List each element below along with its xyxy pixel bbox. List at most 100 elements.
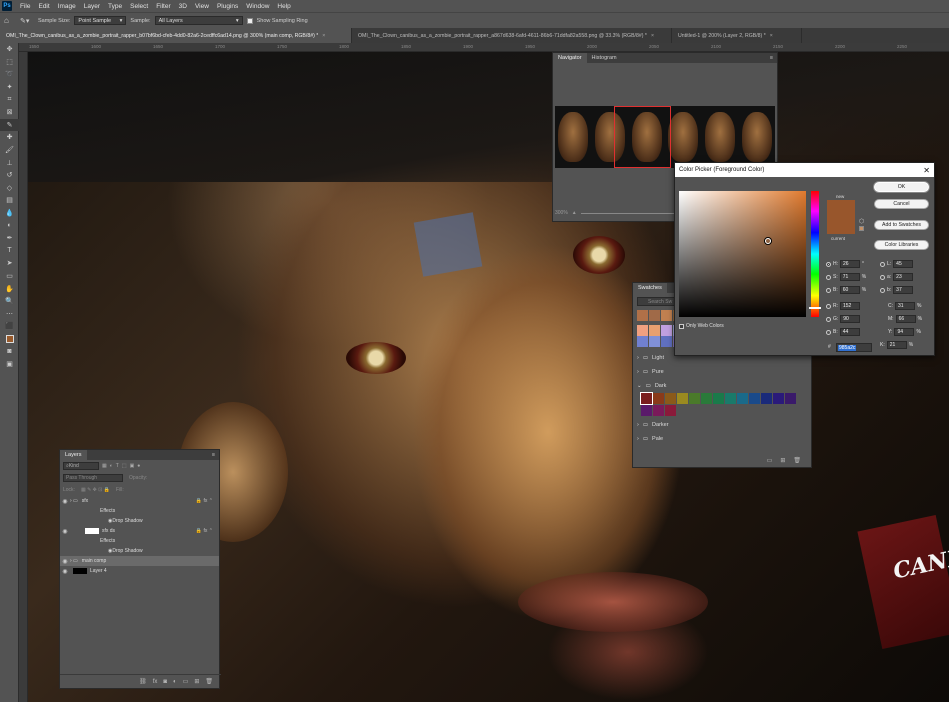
- adjustment-filter-icon[interactable]: ◐: [110, 463, 113, 469]
- color-libraries-button[interactable]: Color Libraries: [874, 240, 929, 250]
- tab-swatches[interactable]: Swatches: [633, 283, 667, 293]
- fx-icon[interactable]: fx: [153, 679, 158, 685]
- layer-row[interactable]: Effects: [60, 506, 219, 516]
- folder-icon[interactable]: › ▭: [70, 498, 78, 504]
- panel-menu-icon[interactable]: ≡: [770, 55, 773, 61]
- home-icon[interactable]: ⌂: [4, 16, 16, 25]
- eyedropper-tool-icon[interactable]: ✎▾: [20, 17, 34, 25]
- path-selection-icon[interactable]: ➤: [0, 257, 19, 270]
- color-swatch[interactable]: [649, 325, 660, 336]
- color-swatch[interactable]: [677, 393, 688, 404]
- hand-tool-icon[interactable]: ✋: [0, 282, 19, 295]
- menu-type[interactable]: Type: [104, 3, 126, 10]
- color-swatch[interactable]: [637, 325, 648, 336]
- magic-wand-tool-icon[interactable]: ✦: [0, 81, 19, 94]
- visibility-eye-icon[interactable]: ◉: [60, 558, 70, 565]
- layer-kind-filter[interactable]: ⌕ Kind: [63, 462, 99, 470]
- menu-window[interactable]: Window: [242, 3, 273, 10]
- history-brush-icon[interactable]: ↺: [0, 169, 19, 182]
- more-tools-icon[interactable]: ⋯: [0, 307, 19, 320]
- cancel-button[interactable]: Cancel: [874, 199, 929, 209]
- show-sampling-ring-checkbox[interactable]: [246, 17, 253, 24]
- color-swatch[interactable]: [641, 405, 652, 416]
- sample-size-select[interactable]: Point Sample ▾: [74, 16, 127, 25]
- dodge-tool-icon[interactable]: ◐: [0, 219, 19, 232]
- photoshop-logo-icon[interactable]: Ps: [2, 1, 12, 11]
- lab-l-input[interactable]: 45: [893, 260, 914, 268]
- cyan-input[interactable]: 31: [895, 302, 915, 310]
- gradient-tool-icon[interactable]: ▤: [0, 194, 19, 207]
- doc-tab-3[interactable]: Untitled-1 @ 200% (Layer 2, RGB/8) * ×: [672, 28, 802, 43]
- filter-toggle-icon[interactable]: ●: [137, 463, 140, 469]
- tab-layers[interactable]: Layers: [60, 450, 87, 460]
- layer-row[interactable]: ◉ sfx ds 🔒 fx ⌃: [60, 526, 219, 536]
- only-web-colors-checkbox[interactable]: [679, 323, 684, 329]
- color-swatch[interactable]: [640, 392, 653, 405]
- color-swatch[interactable]: [749, 393, 760, 404]
- blue-radio[interactable]: [826, 329, 831, 335]
- menu-select[interactable]: Select: [126, 3, 152, 10]
- color-swatch[interactable]: [637, 310, 648, 321]
- color-swatch[interactable]: [653, 405, 664, 416]
- color-swatch[interactable]: [701, 393, 712, 404]
- color-swatch[interactable]: [653, 393, 664, 404]
- close-icon[interactable]: ×: [322, 33, 325, 39]
- color-swatch[interactable]: [649, 310, 660, 321]
- quick-mask-icon[interactable]: ◙: [0, 345, 19, 358]
- hue-slider-handle[interactable]: [809, 307, 821, 309]
- doc-tab-2[interactable]: OMI_The_Clown_canibus_as_a_zombie_portra…: [352, 28, 672, 43]
- type-tool-icon[interactable]: T: [0, 245, 19, 258]
- layer-row[interactable]: ◉ › ▭ main comp: [60, 556, 219, 566]
- fx-icon[interactable]: 🔒 fx ⌃: [196, 528, 213, 534]
- layer-row[interactable]: ◉ Drop Shadow: [60, 546, 219, 556]
- menu-filter[interactable]: Filter: [152, 3, 174, 10]
- lab-l-radio[interactable]: [880, 261, 885, 267]
- new-group-icon[interactable]: ▭: [183, 678, 189, 685]
- layer-row[interactable]: ◉ Layer 4: [60, 566, 219, 576]
- blue-input[interactable]: 44: [839, 328, 860, 336]
- eraser-tool-icon[interactable]: ◇: [0, 182, 19, 195]
- saturation-brightness-field[interactable]: [679, 191, 806, 317]
- close-icon[interactable]: ✕: [923, 166, 930, 175]
- color-swatch[interactable]: [665, 393, 676, 404]
- smart-object-filter-icon[interactable]: ▣: [130, 463, 135, 469]
- zoom-out-icon[interactable]: ▲: [572, 210, 577, 216]
- swatch-group-pale[interactable]: › ▭ Pale: [633, 432, 811, 446]
- ok-button[interactable]: OK: [874, 182, 929, 192]
- saturation-input[interactable]: 71: [839, 273, 860, 281]
- marquee-tool-icon[interactable]: ⬚: [0, 56, 19, 69]
- color-swatch[interactable]: [713, 393, 724, 404]
- screen-mode-icon[interactable]: ▣: [0, 358, 19, 371]
- trash-icon[interactable]: 🗑: [205, 678, 213, 685]
- blend-mode-select[interactable]: Pass Through: [63, 474, 123, 482]
- close-icon[interactable]: ×: [770, 33, 773, 39]
- crop-tool-icon[interactable]: ⌗: [0, 93, 19, 106]
- adjustment-layer-icon[interactable]: ◐: [173, 679, 177, 685]
- new-group-icon[interactable]: ▭: [767, 457, 773, 464]
- frame-tool-icon[interactable]: ⊠: [0, 106, 19, 119]
- menu-help[interactable]: Help: [273, 3, 294, 10]
- visibility-eye-icon[interactable]: ◉: [60, 568, 70, 575]
- green-radio[interactable]: [826, 316, 831, 322]
- link-layers-icon[interactable]: ⛓: [139, 678, 147, 685]
- color-swatch[interactable]: [665, 405, 676, 416]
- hue-input[interactable]: 26: [840, 260, 860, 268]
- color-swatch[interactable]: [761, 393, 772, 404]
- green-input[interactable]: 90: [840, 315, 861, 323]
- layer-row[interactable]: ◉ Drop Shadow: [60, 516, 219, 526]
- color-field-marker[interactable]: [765, 238, 771, 244]
- doc-tab-1[interactable]: OMI_The_Clown_canibus_as_a_zombie_portra…: [0, 28, 352, 43]
- default-colors-icon[interactable]: ⬛: [0, 320, 19, 333]
- menu-plugins[interactable]: Plugins: [213, 3, 242, 10]
- type-filter-icon[interactable]: T: [116, 463, 119, 469]
- panel-menu-icon[interactable]: ≡: [212, 452, 215, 458]
- lab-b-radio[interactable]: [880, 287, 885, 293]
- pen-tool-icon[interactable]: ✒: [0, 232, 19, 245]
- eyedropper-tool-icon[interactable]: ✎: [0, 118, 19, 132]
- add-to-swatches-button[interactable]: Add to Swatches: [874, 220, 929, 230]
- new-layer-icon[interactable]: ⊞: [194, 678, 199, 685]
- navigator-thumbnail[interactable]: [555, 106, 775, 168]
- red-radio[interactable]: [826, 303, 831, 309]
- color-swatch[interactable]: [661, 336, 672, 347]
- color-swatch[interactable]: [689, 393, 700, 404]
